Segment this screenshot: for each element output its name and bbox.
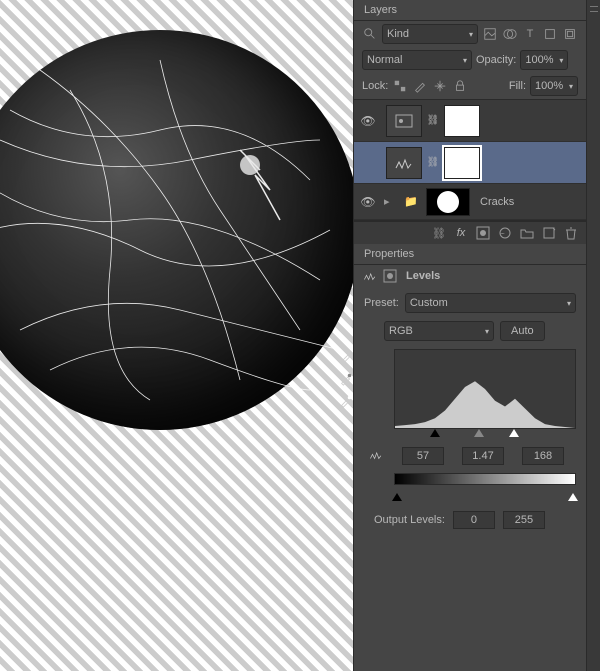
output-white-slider[interactable]	[568, 493, 578, 501]
add-mask-icon[interactable]	[476, 226, 490, 240]
group-mask-thumb[interactable]	[426, 188, 470, 216]
opacity-label: Opacity:	[476, 54, 516, 66]
fill-value: 100%	[535, 80, 563, 92]
layer-effects-icon[interactable]: fx	[454, 226, 468, 240]
input-slider-track[interactable]	[394, 429, 576, 439]
new-group-icon[interactable]	[520, 226, 534, 240]
delete-layer-icon[interactable]	[564, 226, 578, 240]
layer-row[interactable]: ⛓	[354, 142, 586, 184]
mask-thumb[interactable]	[444, 147, 480, 179]
mask-thumb[interactable]	[444, 105, 480, 137]
gray-point-eyedropper[interactable]	[338, 371, 354, 387]
filter-type-select[interactable]: Kind▾	[382, 24, 478, 44]
type-filter-icon[interactable]: T	[522, 26, 538, 42]
midtones-input[interactable]: 1.47	[462, 447, 504, 465]
channel-select[interactable]: RGB▾	[384, 321, 494, 341]
histogram	[394, 349, 576, 429]
white-point-eyedropper[interactable]	[338, 393, 354, 409]
filter-type-label: Kind	[387, 28, 409, 40]
folder-icon: 📁	[404, 195, 420, 208]
document-canvas[interactable]	[0, 0, 353, 671]
fill-label: Fill:	[509, 80, 526, 92]
new-adjustment-icon[interactable]	[498, 226, 512, 240]
output-gradient	[394, 473, 576, 485]
adjustment-thumb	[386, 105, 422, 137]
highlights-slider[interactable]	[509, 429, 519, 437]
output-black-input[interactable]: 0	[453, 511, 495, 529]
levels-adjustment-thumb	[386, 147, 422, 179]
levels-icon	[362, 268, 378, 284]
shadows-slider[interactable]	[430, 429, 440, 437]
canvas-artwork	[0, 30, 353, 430]
output-slider-track[interactable]	[394, 493, 576, 503]
auto-button[interactable]: Auto	[500, 321, 545, 341]
layer-row[interactable]: 👁 ⛓	[354, 100, 586, 142]
layer-row[interactable]: 👁 ▸ 📁 Cracks	[354, 184, 586, 220]
shape-filter-icon[interactable]	[542, 26, 558, 42]
lock-all-icon[interactable]	[452, 78, 468, 94]
output-levels-label: Output Levels:	[374, 514, 445, 526]
output-black-slider[interactable]	[392, 493, 402, 501]
mask-link-icon[interactable]: ⛓	[426, 157, 440, 168]
preset-label: Preset:	[364, 297, 399, 309]
output-white-input[interactable]: 255	[503, 511, 545, 529]
highlights-input[interactable]: 168	[522, 447, 564, 465]
lock-pixels-icon[interactable]	[412, 78, 428, 94]
collapsed-panel-dock[interactable]	[586, 0, 600, 671]
channel-value: RGB	[389, 325, 413, 337]
new-layer-icon[interactable]	[542, 226, 556, 240]
properties-panel-tab[interactable]: Properties	[354, 244, 586, 265]
levels-wide-icon	[368, 447, 384, 463]
visibility-toggle[interactable]: 👁	[354, 114, 382, 128]
pixel-filter-icon[interactable]	[482, 26, 498, 42]
visibility-toggle[interactable]: 👁	[354, 195, 382, 209]
black-point-eyedropper[interactable]	[338, 349, 354, 365]
mask-link-icon[interactable]: ⛓	[426, 115, 440, 126]
blend-mode-select[interactable]: Normal▾	[362, 50, 472, 70]
adjustment-filter-icon[interactable]	[502, 26, 518, 42]
adjustment-title: Levels	[406, 270, 440, 282]
blend-mode-label: Normal	[367, 54, 402, 66]
lock-transparency-icon[interactable]	[392, 78, 408, 94]
layer-name[interactable]: Cracks	[474, 196, 586, 208]
lock-label: Lock:	[362, 80, 388, 92]
search-icon	[362, 26, 378, 42]
preset-select[interactable]: Custom▾	[405, 293, 576, 313]
smartobject-filter-icon[interactable]	[562, 26, 578, 42]
preset-value: Custom	[410, 297, 448, 309]
midtones-slider[interactable]	[474, 429, 484, 437]
lock-position-icon[interactable]	[432, 78, 448, 94]
fill-input[interactable]: 100%▾	[530, 76, 578, 96]
mask-mode-icon[interactable]	[382, 268, 398, 284]
shadows-input[interactable]: 57	[402, 447, 444, 465]
layers-panel-tab[interactable]: Layers	[354, 0, 586, 21]
opacity-value: 100%	[525, 54, 553, 66]
link-layers-icon[interactable]: ⛓	[432, 226, 446, 240]
layer-list: 👁 ⛓ ⛓ 👁 ▸ 📁 Cracks	[354, 99, 586, 221]
opacity-input[interactable]: 100%▾	[520, 50, 568, 70]
expand-arrow-icon[interactable]: ▸	[384, 195, 400, 208]
